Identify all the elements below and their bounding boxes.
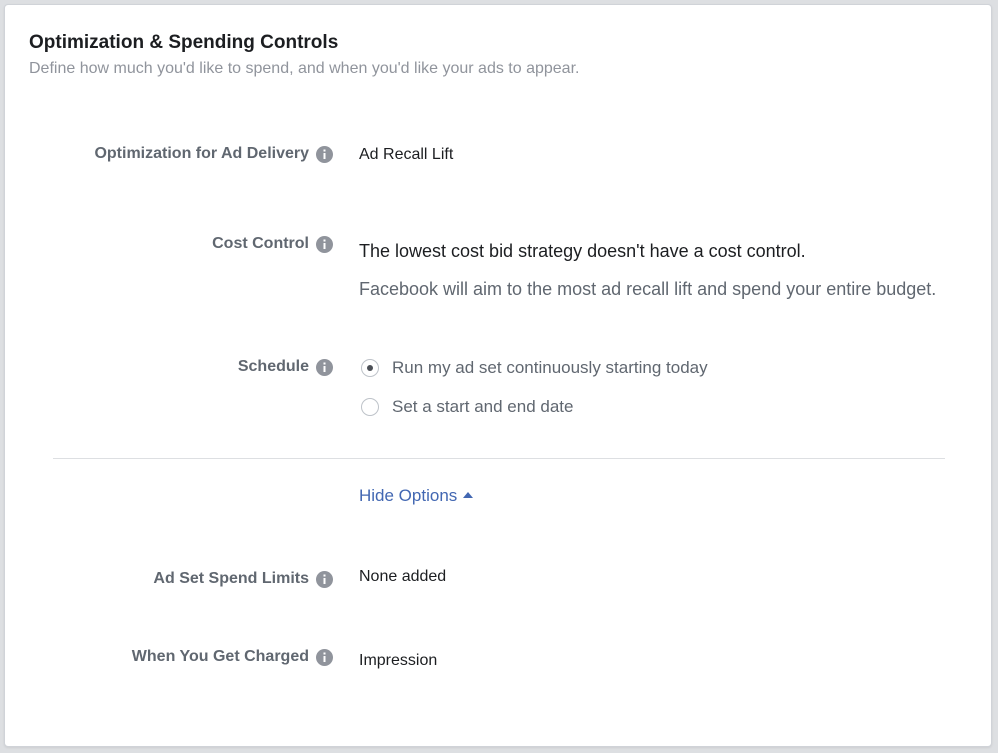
schedule-option-label: Set a start and end date bbox=[392, 397, 574, 416]
optimization-label-group: Optimization for Ad Delivery bbox=[94, 145, 333, 163]
charged-label: When You Get Charged bbox=[131, 648, 309, 665]
section-divider bbox=[53, 458, 945, 459]
section-title: Optimization & Spending Controls bbox=[29, 32, 339, 53]
charged-label-group: When You Get Charged bbox=[132, 648, 333, 666]
schedule-option-continuous[interactable]: Run my ad set continuously starting toda… bbox=[361, 358, 708, 378]
optimization-label: Optimization for Ad Delivery bbox=[94, 145, 309, 162]
cost-control-headline: The lowest cost bid strategy doesn't hav… bbox=[359, 241, 806, 261]
info-icon[interactable] bbox=[316, 145, 333, 163]
info-icon[interactable] bbox=[316, 235, 333, 253]
optimization-value: Ad Recall Lift bbox=[359, 146, 454, 163]
schedule-label: Schedule bbox=[237, 358, 309, 375]
cost-control-label-group: Cost Control bbox=[212, 235, 333, 253]
radio-button[interactable] bbox=[361, 398, 379, 416]
charged-value: Impression bbox=[359, 652, 438, 669]
spend-limits-label-group: Ad Set Spend Limits bbox=[153, 570, 333, 588]
hide-options-label: Hide Options bbox=[359, 486, 458, 505]
info-icon[interactable] bbox=[316, 358, 333, 376]
radio-button-selected[interactable] bbox=[361, 359, 379, 377]
info-icon[interactable] bbox=[316, 570, 333, 588]
caret-up-icon bbox=[463, 492, 474, 498]
schedule-option-label: Run my ad set continuously starting toda… bbox=[392, 358, 708, 377]
schedule-option-start-end[interactable]: Set a start and end date bbox=[361, 397, 573, 417]
hide-options-link[interactable]: Hide Options bbox=[359, 486, 474, 506]
spend-limits-value: None added bbox=[359, 568, 447, 585]
cost-control-label: Cost Control bbox=[212, 235, 309, 252]
spend-limits-label: Ad Set Spend Limits bbox=[153, 570, 309, 587]
info-icon[interactable] bbox=[316, 648, 333, 666]
optimization-spending-panel: Optimization & Spending Controls Define … bbox=[4, 4, 992, 747]
schedule-label-group: Schedule bbox=[238, 358, 333, 376]
section-subtitle: Define how much you'd like to spend, and… bbox=[29, 60, 580, 77]
cost-control-description: Facebook will aim to the most ad recall … bbox=[359, 279, 937, 299]
